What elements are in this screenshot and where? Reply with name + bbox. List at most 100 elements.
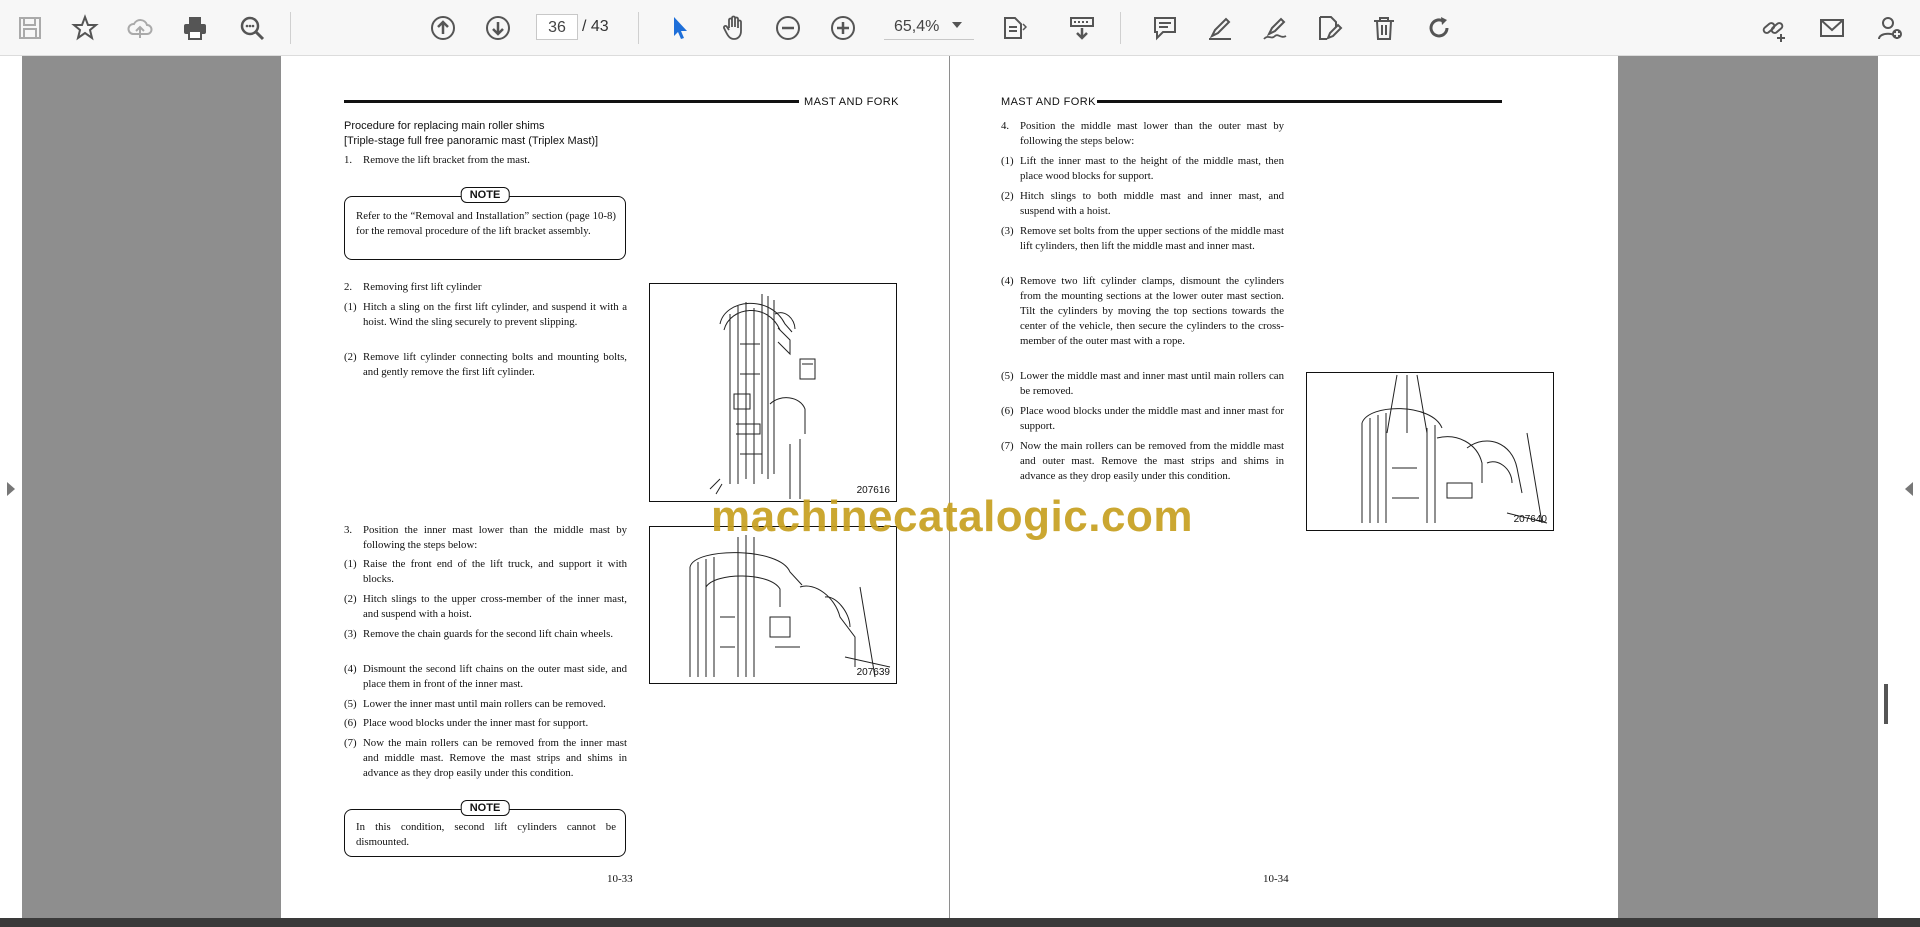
substep-number: (1) (344, 558, 357, 570)
step-number: 2. (344, 281, 353, 293)
read-mode-icon[interactable] (1064, 10, 1100, 46)
step-text: Position the inner mast lower than the m… (363, 524, 627, 551)
email-icon[interactable] (1814, 10, 1850, 46)
substep-number: (6) (1001, 405, 1014, 417)
substep-text: Place wood blocks under the inner mast f… (363, 717, 589, 729)
rotate-icon[interactable] (1421, 10, 1457, 46)
substep-number: (2) (344, 593, 357, 605)
note-box: NOTE In this condition, second lift cyli… (344, 800, 626, 857)
sign-icon[interactable] (1257, 10, 1293, 46)
substep-number: (2) (1001, 190, 1014, 202)
substep-number: (5) (1001, 370, 1014, 382)
cloud-upload-icon[interactable] (122, 10, 158, 46)
substep-number: (1) (344, 301, 357, 313)
expand-left-panel-icon[interactable] (7, 482, 15, 496)
bookmark-star-icon[interactable] (67, 10, 103, 46)
figure-inner-mast: 207639 (649, 526, 897, 684)
select-cursor-icon[interactable] (662, 10, 698, 46)
step-text: Removing first lift cylinder (363, 281, 482, 293)
substep-text: Hitch a sling on the first lift cylinder… (363, 301, 627, 328)
step-number: 3. (344, 524, 353, 536)
substep-number: (3) (344, 628, 357, 640)
substep-text: Raise the front end of the lift truck, a… (363, 558, 627, 585)
taskbar-strip (0, 918, 1920, 927)
watermark-text: machinecatalogic.com (711, 492, 1193, 541)
document-viewport[interactable]: MAST AND FORK Procedure for replacing ma… (0, 56, 1920, 918)
mast-illustration (1361, 374, 1548, 524)
step-number: 1. (344, 154, 353, 166)
note-label: NOTE (460, 800, 510, 816)
add-user-icon[interactable] (1872, 10, 1908, 46)
substep-text: Remove the chain guards for the second l… (363, 628, 614, 640)
page-footer: 10-34 (1263, 873, 1289, 885)
step-text: Position the middle mast lower than the … (1020, 120, 1284, 147)
scrollbar-thumb[interactable] (1884, 684, 1888, 724)
substep-number: (4) (344, 663, 357, 675)
highlight-icon[interactable] (1202, 10, 1238, 46)
substep-text: Lower the inner mast until main rollers … (363, 698, 606, 710)
next-page-icon[interactable] (480, 10, 516, 46)
separator (638, 12, 639, 44)
page-10-34: MAST AND FORK 4. Position the middle mas… (950, 56, 1618, 918)
expand-right-panel-icon[interactable] (1905, 482, 1913, 496)
header-rule (344, 100, 799, 103)
figure-number: 207639 (856, 667, 890, 678)
comment-icon[interactable] (1147, 10, 1183, 46)
substep-text: Hitch slings to the upper cross-member o… (363, 593, 627, 620)
prev-page-icon[interactable] (425, 10, 461, 46)
substep-number: (7) (1001, 440, 1014, 452)
share-link-icon[interactable] (1756, 10, 1792, 46)
substep-text: Remove lift cylinder connecting bolts an… (363, 351, 627, 378)
substep-text: Remove set bolts from the upper sections… (1020, 225, 1284, 252)
substep-text: Now the main rollers can be removed from… (363, 737, 627, 779)
mast-illustration (689, 535, 891, 678)
note-text: In this condition, second lift cylinders… (356, 821, 616, 848)
substep-number: (5) (344, 698, 357, 710)
substep-text: Now the main rollers can be removed from… (1020, 440, 1284, 482)
zoom-in-icon[interactable] (825, 10, 861, 46)
page-header: MAST AND FORK (1001, 96, 1096, 108)
figure-middle-mast: 207640 (1306, 372, 1554, 531)
step-text: Remove the lift bracket from the mast. (363, 154, 530, 166)
substep-number: (6) (344, 717, 357, 729)
edit-text-icon[interactable] (1311, 10, 1347, 46)
substep-number: (1) (1001, 155, 1014, 167)
right-panel-gutter (1878, 56, 1900, 918)
toolbar: 36 / 43 65,4% (0, 0, 1920, 56)
section-title: Procedure for replacing main roller shim… (344, 120, 545, 132)
substep-text: Remove two lift cylinder clamps, dismoun… (1020, 275, 1284, 347)
zoom-search-icon[interactable] (234, 10, 270, 46)
substep-number: (4) (1001, 275, 1014, 287)
substep-number: (2) (344, 351, 357, 363)
substep-number: (3) (1001, 225, 1014, 237)
figure-first-lift-cylinder: 207616 (649, 283, 897, 502)
note-text: Refer to the “Removal and Installation” … (356, 210, 616, 237)
page-header: MAST AND FORK (804, 96, 899, 108)
page-total: / 43 (582, 18, 609, 35)
section-subtitle: [Triple-stage full free panoramic mast (… (344, 135, 599, 147)
zoom-out-icon[interactable] (770, 10, 806, 46)
save-icon[interactable] (12, 10, 48, 46)
fit-page-icon[interactable] (995, 10, 1031, 46)
step-number: 4. (1001, 120, 1010, 132)
chevron-down-icon[interactable] (952, 22, 962, 28)
note-box: NOTE Refer to the “Removal and Installat… (344, 187, 626, 260)
figure-number: 207640 (1513, 514, 1547, 525)
header-rule (1097, 100, 1502, 103)
print-icon[interactable] (177, 10, 213, 46)
substep-text: Lift the inner mast to the height of the… (1020, 155, 1284, 182)
substep-text: Lower the middle mast and inner mast unt… (1020, 370, 1284, 397)
substep-number: (7) (344, 737, 357, 749)
mast-illustration (709, 294, 816, 499)
current-page-input[interactable]: 36 (536, 14, 578, 40)
hand-icon[interactable] (716, 10, 752, 46)
substep-text: Hitch slings to both middle mast and inn… (1020, 190, 1284, 217)
separator (290, 12, 291, 44)
note-label: NOTE (460, 187, 510, 203)
substep-text: Dismount the second lift chains on the o… (363, 663, 627, 690)
page-footer: 10-33 (607, 873, 633, 885)
substep-text: Place wood blocks under the middle mast … (1020, 405, 1284, 432)
page-10-33: MAST AND FORK Procedure for replacing ma… (281, 56, 949, 918)
delete-icon[interactable] (1366, 10, 1402, 46)
separator (1120, 12, 1121, 44)
